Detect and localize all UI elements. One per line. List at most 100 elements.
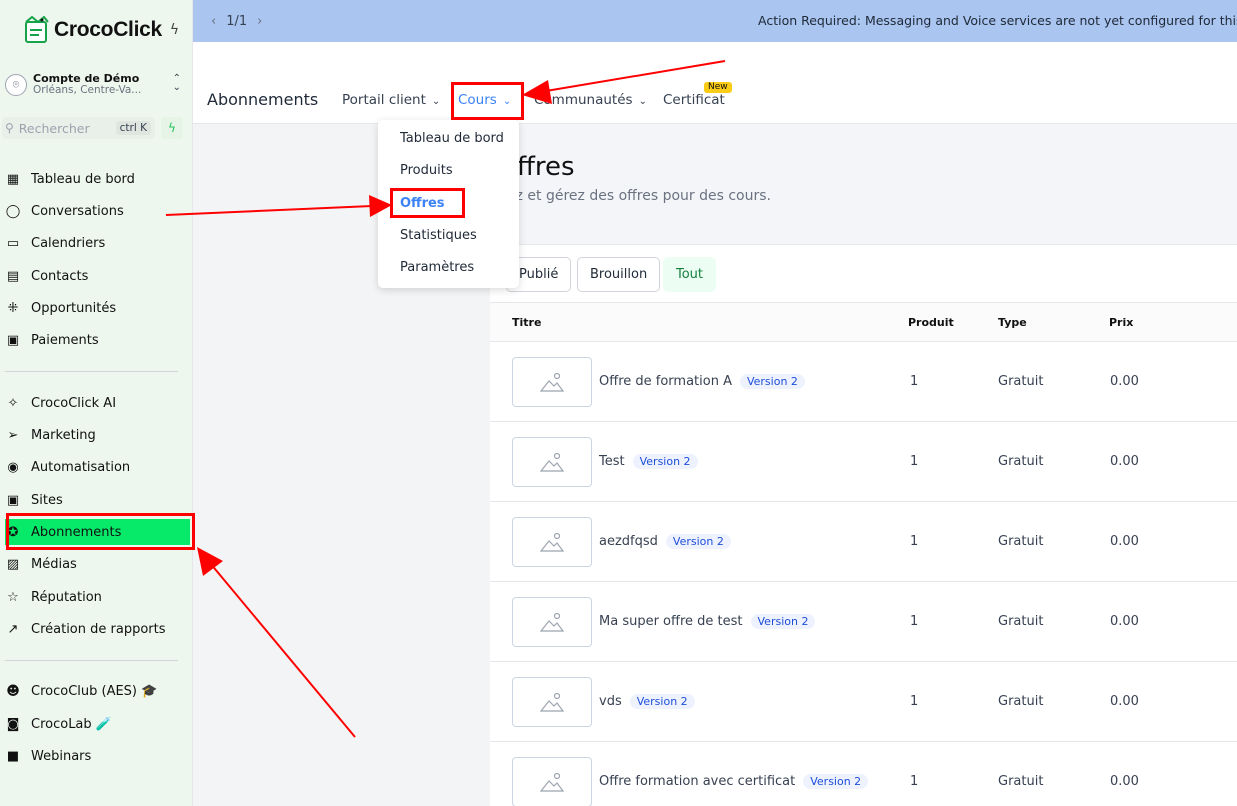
chevron-updown-icon: ⌃ ⌄ [172,73,181,93]
sites-icon: ▣ [6,492,20,508]
sidebar-item-dashboard[interactable]: ▦ Tableau de bord [5,166,190,192]
users-icon: ☻ [6,683,20,699]
tab-client-portal[interactable]: Portail client ⌄ [342,92,440,108]
filter-tab-draft[interactable]: Brouillon [577,257,661,292]
brand-name: CrocoClick [54,18,162,41]
version-badge: Version 2 [665,534,731,549]
image-placeholder-icon [540,532,564,552]
logo[interactable]: CrocoClick ϟ [24,16,179,44]
bolt-icon: ϟ [168,121,176,135]
offer-title[interactable]: aezdfqsd Version 2 [599,534,731,549]
menu-item-settings[interactable]: Paramètres [400,260,474,275]
arrow-line [209,562,356,738]
version-badge: Version 2 [803,774,869,789]
sidebar-item-webinars[interactable]: ■ Webinars [5,743,190,769]
offer-price: 0.00 [1110,454,1139,469]
quick-action-button[interactable]: ϟ [161,117,183,139]
sidebar-item-reports[interactable]: ↗ Création de rapports [5,616,190,642]
arrow-head [197,547,223,576]
column-header-product[interactable]: Produit [908,316,954,329]
account-switcher[interactable]: ⌾ Compte de Démo Orléans, Centre-Va... ⌃… [5,68,185,102]
highlight-box-courses [451,82,524,120]
highlight-box-offers [390,188,465,218]
offer-thumbnail [512,517,592,567]
offer-title[interactable]: Test Version 2 [599,454,698,469]
column-header-title[interactable]: Titre [512,316,541,329]
offer-price: 0.00 [1110,534,1139,549]
table-row[interactable]: vds Version 2 1 Gratuit 0.00 [490,662,1237,742]
offer-type: Gratuit [998,374,1044,389]
bolt-icon: ϟ [169,22,180,38]
table-header: Titre Produit Type Prix [490,302,1237,342]
offer-title[interactable]: Offre de formation A Version 2 [599,374,805,389]
menu-item-products[interactable]: Produits [400,163,453,178]
section-title: Abonnements [207,90,319,109]
chevron-down-icon: ⌄ [431,96,441,107]
image-placeholder-icon [540,692,564,712]
sidebar: CrocoClick ϟ ⌾ Compte de Démo Orléans, C… [0,0,193,806]
table-row[interactable]: Offre formation avec certificat Version 2… [490,742,1237,806]
version-badge: Version 2 [739,374,805,389]
offer-product: 1 [910,614,919,629]
sidebar-item-sites[interactable]: ▣ Sites [5,487,190,513]
filter-tab-all[interactable]: Tout [663,257,717,292]
sidebar-divider [5,660,178,661]
offer-thumbnail [512,757,592,806]
search-input[interactable]: ⚲ Rechercher ctrl K [2,117,155,139]
offer-title[interactable]: Offre formation avec certificat Version 2 [599,774,869,789]
table-row[interactable]: aezdfqsd Version 2 1 Gratuit 0.00 [490,502,1237,582]
tab-communities[interactable]: Communautés ⌄ [534,92,647,108]
chevron-left-icon[interactable]: ‹ [211,14,216,29]
sidebar-item-calendars[interactable]: ▭ Calendriers [5,230,190,256]
sidebar-item-media[interactable]: ▨ Médias [5,551,190,577]
sidebar-item-automation[interactable]: ◉ Automatisation [5,454,190,480]
sidebar-item-opportunities[interactable]: ⁜ Opportunités [5,295,190,321]
offer-product: 1 [910,454,919,469]
table-row[interactable]: Test Version 2 1 Gratuit 0.00 [490,422,1237,502]
sidebar-item-reputation[interactable]: ☆ Réputation [5,584,190,610]
tab-certificate[interactable]: Certificat [663,92,725,108]
version-badge: Version 2 [629,694,695,709]
sparkle-icon: ✧ [7,395,19,411]
page-subtitle: ez et gérez des offres pour des cours. [507,188,771,204]
page-title: ffres [517,152,575,182]
offer-product: 1 [910,774,919,789]
search-icon: ⚲ [5,121,14,135]
chevron-right-icon[interactable]: › [257,14,262,29]
offer-type: Gratuit [998,774,1044,789]
offer-thumbnail [512,677,592,727]
sidebar-item-crococlub[interactable]: ☻ CrocoClub (AES) 🎓 [5,678,190,704]
table-row[interactable]: Ma super offre de test Version 2 1 Gratui… [490,582,1237,662]
version-badge: Version 2 [632,454,698,469]
banner-pager: ‹ 1/1 › [211,13,263,29]
offer-type: Gratuit [998,694,1044,709]
calendar-icon: ▭ [6,235,20,251]
image-placeholder-icon [540,372,564,392]
menu-item-statistics[interactable]: Statistiques [400,228,477,243]
table-row[interactable]: Offre de formation A Version 2 1 Gratuit … [490,342,1237,422]
column-header-price[interactable]: Prix [1109,316,1133,329]
offer-title[interactable]: Ma super offre de test Version 2 [599,614,816,629]
menu-item-dashboard[interactable]: Tableau de bord [400,131,504,146]
offer-type: Gratuit [998,534,1044,549]
offer-title[interactable]: vds Version 2 [599,694,695,709]
column-header-type[interactable]: Type [998,316,1027,329]
contacts-icon: ▤ [6,268,20,284]
send-icon: ➢ [7,427,19,443]
sidebar-item-payments[interactable]: ▣ Paiements [5,327,190,353]
alert-banner: ‹ 1/1 › Action Required: Messaging and V… [193,0,1237,42]
offer-type: Gratuit [998,454,1044,469]
opportunities-icon: ⁜ [7,300,19,316]
sidebar-item-crocolab[interactable]: ◙ CrocoLab 🧪 [5,711,190,737]
offer-product: 1 [910,374,919,389]
version-badge: Version 2 [750,614,816,629]
location-pin-icon: ⌾ [5,74,27,96]
search-placeholder: Rechercher [18,120,90,136]
sidebar-item-ai[interactable]: ✧ CrocoClick AI [5,390,190,416]
offer-product: 1 [910,694,919,709]
search-shortcut: ctrl K [115,121,151,135]
sidebar-item-conversations[interactable]: ◯ Conversations [5,198,190,224]
sidebar-item-marketing[interactable]: ➢ Marketing [5,422,190,448]
sidebar-item-contacts[interactable]: ▤ Contacts [5,263,190,289]
offer-thumbnail [512,357,592,407]
